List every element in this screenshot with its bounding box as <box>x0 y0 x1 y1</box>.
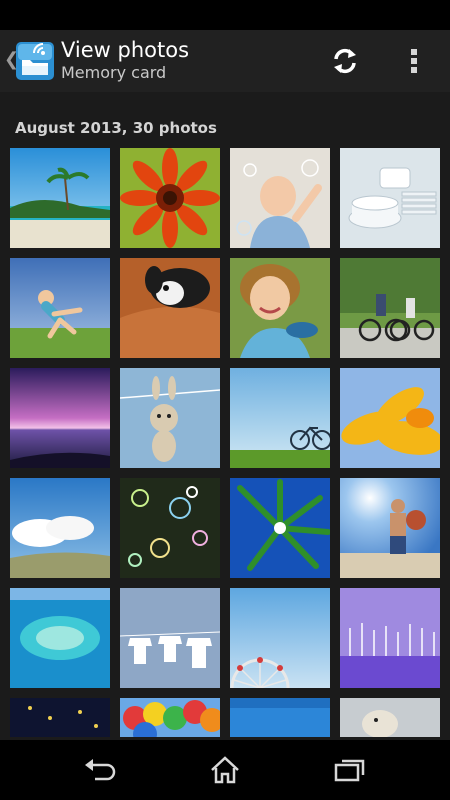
page-subtitle: Memory card <box>61 63 167 82</box>
nav-recents-button[interactable] <box>320 748 380 792</box>
overflow-menu-button[interactable] <box>396 40 432 82</box>
nav-home-button[interactable] <box>195 748 255 792</box>
page-title: View photos <box>61 38 190 62</box>
wifi-folder-icon[interactable] <box>14 40 56 82</box>
section-header: August 2013, 30 photos <box>15 119 217 137</box>
photo-grid <box>0 147 450 737</box>
photo-thumbnail-bicycle-field[interactable] <box>230 368 330 468</box>
photo-thumbnail-yellow-flower[interactable] <box>340 368 440 468</box>
photo-thumbnail-girl-bowl[interactable] <box>230 258 330 358</box>
photo-thumbnail-jumping-child[interactable] <box>10 258 110 358</box>
action-bar: ❮ View photos Memory card <box>0 30 450 92</box>
photo-thumbnail-dishes[interactable] <box>340 148 440 248</box>
photo-thumbnail-ferris-wheel[interactable] <box>230 588 330 688</box>
photo-thumbnail-puppy[interactable] <box>120 258 220 358</box>
photo-thumbnail-beach-ball-man[interactable] <box>340 478 440 578</box>
photo-thumbnail-clouds-meadow[interactable] <box>10 478 110 578</box>
photo-thumbnail-bunny-clothesline[interactable] <box>120 368 220 468</box>
sync-button[interactable] <box>322 40 368 82</box>
photo-thumbnail-bubbles[interactable] <box>120 478 220 578</box>
photo-thumbnail-purple-trees[interactable] <box>340 588 440 688</box>
photo-thumbnail-balloons[interactable] <box>120 698 220 737</box>
photo-thumbnail-palm-leaves[interactable] <box>230 478 330 578</box>
photo-thumbnail-tshirts[interactable] <box>120 588 220 688</box>
status-bar <box>0 0 450 30</box>
recent-apps-icon <box>334 759 365 782</box>
navigation-bar <box>0 740 450 800</box>
photo-thumbnail-blue-sky[interactable] <box>230 698 330 737</box>
back-arrow-icon <box>85 759 116 781</box>
nav-back-button[interactable] <box>70 748 130 792</box>
overflow-menu-icon <box>411 49 417 73</box>
home-icon <box>211 756 239 784</box>
photo-thumbnail-bicycles[interactable] <box>340 258 440 358</box>
photo-thumbnail-reef-island[interactable] <box>10 588 110 688</box>
photo-thumbnail-puppy-closeup[interactable] <box>340 698 440 737</box>
sync-icon <box>334 48 356 74</box>
photo-thumbnail-night-lights[interactable] <box>10 698 110 737</box>
photo-thumbnail-sunset[interactable] <box>10 368 110 468</box>
photo-thumbnail-baby[interactable] <box>230 148 330 248</box>
photo-thumbnail-gerbera[interactable] <box>120 148 220 248</box>
photo-thumbnail-beach[interactable] <box>10 148 110 248</box>
